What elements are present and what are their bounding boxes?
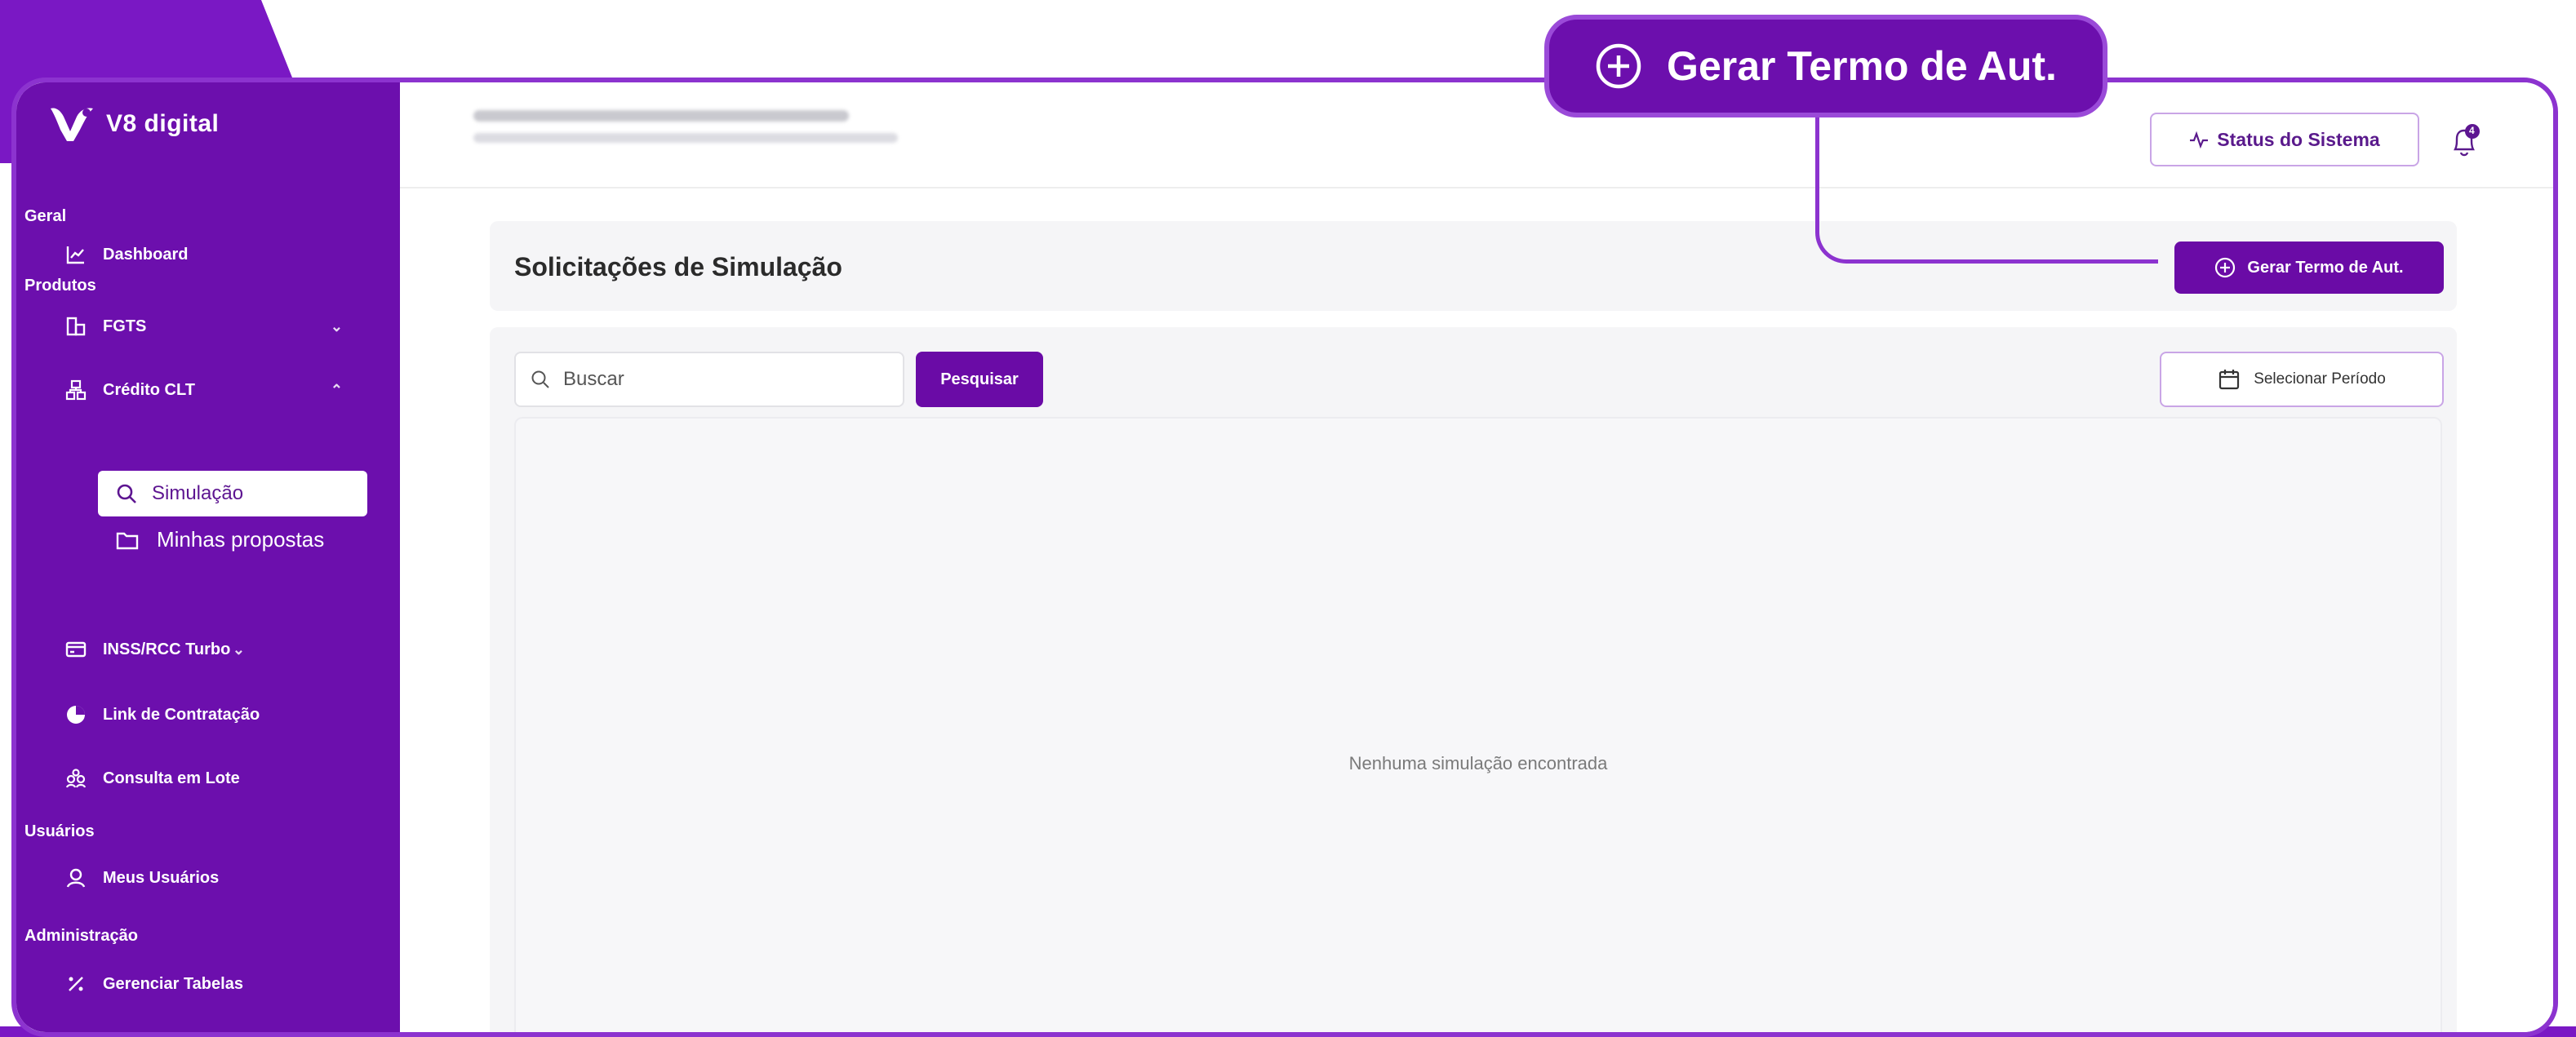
percent-icon: [69, 977, 83, 991]
search-placeholder: Buscar: [563, 368, 624, 390]
sidebar-item-gerenciar-tabelas[interactable]: Gerenciar Tabelas: [65, 973, 343, 995]
callout-gerar-termo: Gerar Termo de Aut.: [1544, 15, 2107, 117]
pesquisar-button[interactable]: Pesquisar: [916, 352, 1043, 407]
user-name-blurred: [473, 110, 849, 122]
results-area: Nenhuma simulação encontrada: [514, 417, 2442, 1032]
sidebar-item-label: Link de Contratação: [103, 705, 260, 724]
sidebar-item-label: Crédito CLT: [103, 380, 195, 399]
bell-icon: [2454, 124, 2480, 157]
chevron-down-icon: ⌄: [232, 640, 245, 658]
sidebar-item-link-contratacao[interactable]: Link de Contratação: [65, 704, 343, 725]
sidebar-item-inss-rcc-turbo[interactable]: INSS/RCC Turbo ⌄: [65, 639, 343, 660]
sidebar-item-consulta-em-lote[interactable]: Consulta em Lote: [65, 768, 343, 789]
sidebar-item-credito-clt[interactable]: Crédito CLT ⌃: [65, 379, 343, 401]
sidebar-item-meus-usuarios[interactable]: Meus Usuários: [65, 867, 343, 889]
activity-icon: [2190, 131, 2209, 149]
section-administracao: Administração: [24, 927, 138, 945]
chart-line-icon: [66, 246, 84, 264]
search-icon: [531, 370, 549, 388]
sidebar-item-label: FGTS: [103, 317, 147, 335]
sidebar-item-label: Consulta em Lote: [103, 769, 240, 787]
sidebar-item-label: Dashboard: [103, 245, 189, 264]
notification-count: 4: [2469, 125, 2475, 136]
app-window: V8 digital Geral Dashboard Produtos FGTS…: [11, 78, 2558, 1037]
pie-icon: [67, 706, 85, 724]
sidebar-subitem-simulacao[interactable]: Simulação: [98, 471, 367, 516]
status-system-label: Status do Sistema: [2217, 128, 2380, 150]
page-header-card: Solicitações de Simulação Gerar Termo de…: [490, 221, 2457, 311]
sidebar-item-fgts[interactable]: FGTS ⌄: [65, 316, 343, 337]
empty-state-message: Nenhuma simulação encontrada: [1348, 753, 1608, 773]
people-group-icon: [65, 769, 87, 788]
chevron-up-icon: ⌃: [330, 381, 343, 398]
plus-circle-icon: [1596, 43, 1641, 89]
top-header: Status do Sistema 4: [400, 82, 2553, 188]
search-input[interactable]: Buscar: [514, 352, 904, 407]
section-geral: Geral: [24, 207, 67, 225]
simulations-panel: Buscar Pesquisar Selecionar Período Nenh…: [490, 327, 2457, 1032]
sidebar-item-label: INSS/RCC Turbo: [103, 640, 231, 658]
card-icon: [65, 641, 87, 658]
status-system-button[interactable]: Status do Sistema: [2150, 113, 2419, 166]
building-icon: [66, 317, 86, 336]
sidebar-subitem-label: Simulação: [152, 482, 244, 504]
screenshot-stage: V8 digital Geral Dashboard Produtos FGTS…: [0, 0, 2576, 1037]
user-icon: [66, 868, 86, 888]
main-content: Solicitações de Simulação Gerar Termo de…: [400, 188, 2553, 1032]
v8-logo-icon: [51, 108, 93, 141]
select-period-label: Selecionar Período: [2254, 370, 2386, 388]
chevron-down-icon: ⌄: [330, 317, 343, 335]
sidebar-item-label: Meus Usuários: [103, 868, 220, 887]
select-period-button[interactable]: Selecionar Período: [2160, 352, 2444, 407]
callout-label: Gerar Termo de Aut.: [1667, 43, 2057, 89]
notification-bell[interactable]: 4: [2449, 123, 2481, 159]
search-icon: [117, 484, 136, 503]
gerar-termo-button[interactable]: Gerar Termo de Aut.: [2174, 242, 2444, 294]
section-produtos: Produtos: [24, 277, 96, 295]
gerar-termo-label: Gerar Termo de Aut.: [2247, 258, 2404, 277]
sidebar: V8 digital Geral Dashboard Produtos FGTS…: [16, 82, 400, 1032]
network-icon: [65, 379, 87, 401]
sidebar-subitem-minhas-propostas[interactable]: Minhas propostas: [116, 527, 324, 552]
sidebar-item-dashboard[interactable]: Dashboard: [65, 244, 343, 265]
user-email-blurred: [473, 133, 898, 143]
section-usuarios: Usuários: [24, 822, 95, 840]
page-title: Solicitações de Simulação: [514, 252, 842, 281]
calendar-icon: [2219, 370, 2240, 390]
sidebar-subitem-label: Minhas propostas: [157, 527, 325, 552]
plus-circle-icon: [2215, 257, 2236, 278]
brand-name: V8 digital: [106, 110, 220, 137]
folder-icon: [116, 532, 139, 549]
brand-logo[interactable]: V8 digital: [49, 105, 219, 143]
sidebar-item-label: Gerenciar Tabelas: [103, 974, 243, 993]
